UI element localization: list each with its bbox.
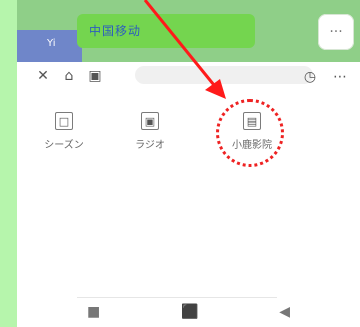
app-label-1: シーズン <box>44 140 84 151</box>
search-input[interactable] <box>135 66 313 84</box>
bottom-nav: ■ ⬛ ◀ <box>17 297 360 327</box>
menu-dots: ··· <box>329 24 343 40</box>
back-icon[interactable]: ◀ <box>279 304 290 320</box>
toolbar: ✕ ⌂ ▣ ◷ ⋯ <box>17 62 360 90</box>
status-bar: Yi 中国移动 ··· <box>17 0 360 62</box>
apps-row: □ シーズン ▣ ラジオ ▤ 小鹿影院 <box>17 106 360 166</box>
status-left-text: Yi <box>47 38 56 49</box>
home-icon[interactable]: ⌂ <box>59 66 79 86</box>
app-item-1[interactable]: □ シーズン <box>24 106 104 162</box>
app-icon-2: ▣ <box>141 112 159 130</box>
window-title-pill: 中国移动 <box>77 14 255 48</box>
menu-button[interactable]: ··· <box>318 14 354 50</box>
app-icon-1: □ <box>55 112 73 130</box>
status-left-block: Yi <box>17 30 82 62</box>
app-label-2: ラジオ <box>135 140 165 151</box>
window-title: 中国移动 <box>89 24 142 38</box>
menu-icon[interactable]: ■ <box>87 304 100 320</box>
phone-screen: Yi 中国移动 ··· ✕ ⌂ ▣ ◷ ⋯ □ シーズン ▣ ラジオ ▤ 小鹿影… <box>17 0 360 327</box>
app-item-2[interactable]: ▣ ラジオ <box>110 106 190 162</box>
annotation-circle <box>216 99 284 167</box>
clock-icon[interactable]: ◷ <box>300 67 320 87</box>
more-icon[interactable]: ⋯ <box>330 67 350 87</box>
image-icon[interactable]: ▣ <box>85 66 105 86</box>
home-icon[interactable]: ⬛ <box>181 304 198 320</box>
close-icon[interactable]: ✕ <box>33 66 53 86</box>
